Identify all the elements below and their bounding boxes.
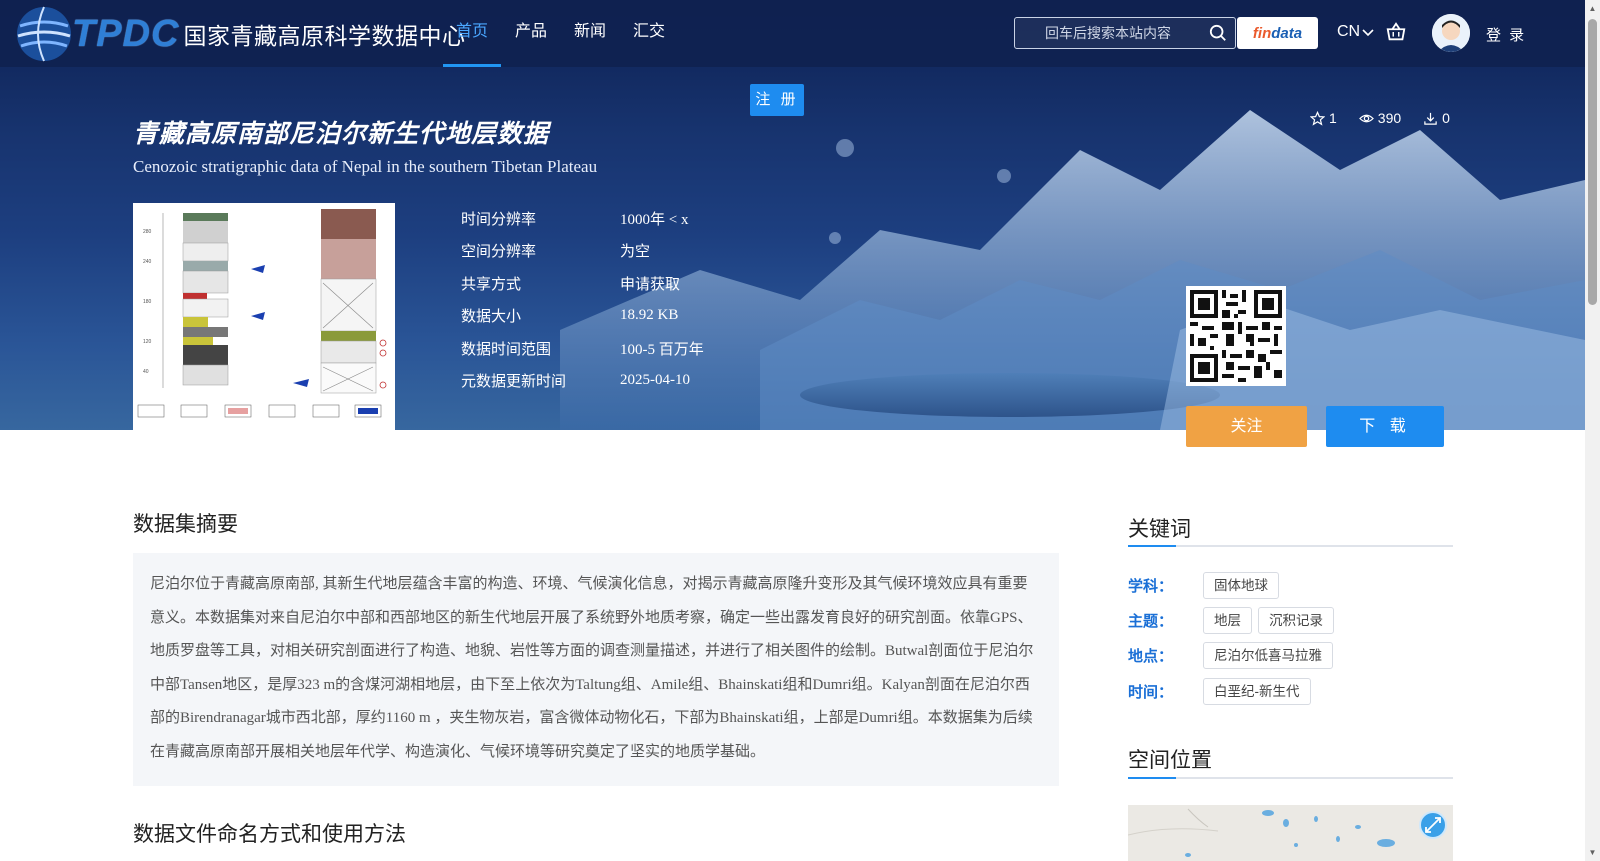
keywords-divider [1128,545,1453,547]
search-box [1014,17,1236,49]
meta-key: 共享方式 [461,275,522,293]
meta-value: 1000年 < x [620,211,689,228]
scroll-thumb[interactable] [1588,19,1597,305]
keyword-tag[interactable]: 固体地球 [1203,572,1279,599]
keyword-tag[interactable]: 白垩纪-新生代 [1203,678,1311,705]
findata-label-b: data [1271,24,1303,42]
meta-key: 数据时间范围 [461,340,552,358]
svg-text:40: 40 [143,369,149,375]
meta-value: 申请获取 [620,276,681,293]
user-avatar-icon [1432,14,1470,52]
globe-logo-icon [17,6,71,62]
main-menu: 首页 产品 新闻 汇交 [443,0,679,67]
nav-home[interactable]: 首页 [443,0,502,67]
expand-icon [1425,817,1441,833]
svg-text:280: 280 [143,229,152,235]
language-label: CN [1337,23,1361,40]
svg-text:120: 120 [143,339,152,345]
language-selector[interactable]: CN [1337,23,1374,41]
keyword-row-time: 时间： 白垩纪-新生代 [1128,678,1317,705]
findata-link[interactable]: fin data [1237,17,1318,49]
favorite-count[interactable]: 1 [1310,110,1337,126]
meta-key: 时间分辨率 [461,210,537,228]
favorite-count-value: 1 [1329,110,1337,126]
meta-value: 为空 [620,244,651,261]
download-icon [1424,112,1437,125]
download-count: 0 [1423,110,1450,126]
svg-text:180: 180 [143,299,152,305]
scroll-up-arrow-icon[interactable]: ▲ [1588,4,1597,13]
dataset-thumbnail[interactable]: 280 240 180 120 40 [133,203,395,430]
page-scrollbar[interactable]: ▲ ▼ [1585,0,1600,861]
keyword-tag[interactable]: 尼泊尔低喜马拉雅 [1203,642,1333,669]
cart-icon[interactable] [1385,21,1407,43]
meta-row-time-resolution: 时间分辨率 1000年 < x [461,202,704,235]
follow-button[interactable]: 关注 [1186,406,1307,447]
dataset-title: 青藏高原南部尼泊尔新生代地层数据 [133,120,550,148]
nav-submit[interactable]: 汇交 [620,0,678,67]
findata-label-a: fin [1252,24,1272,42]
meta-key: 空间分辨率 [461,243,537,261]
map-expand-button[interactable] [1419,811,1447,839]
meta-value: 18.92 KB [620,307,679,324]
meta-row-size: 数据大小 18.92 KB [461,300,704,333]
keyword-label: 时间： [1128,684,1174,701]
scroll-down-arrow-icon[interactable]: ▼ [1588,848,1597,857]
keyword-tag[interactable]: 沉积记录 [1258,607,1334,634]
keywords-heading: 关键词 [1128,518,1191,541]
chevron-down-icon [1362,29,1374,37]
meta-key: 数据大小 [461,308,522,326]
location-heading: 空间位置 [1128,749,1212,772]
map-canvas [1128,805,1453,861]
keyword-label: 地点： [1128,648,1174,665]
search-input[interactable] [1015,18,1195,48]
login-link[interactable]: 登 录 [1486,24,1526,45]
logo-title: 国家青藏高原科学数据中心 [183,23,466,49]
site-logo[interactable]: TPDC 国家青藏高原科学数据中心 [14,4,465,64]
keyword-label: 学科： [1128,578,1174,595]
nav-products[interactable]: 产品 [502,0,560,67]
view-count: 390 [1358,110,1402,126]
meta-value: 100-5 百万年 [620,341,704,358]
meta-row-spatial-resolution: 空间分辨率 为空 [461,235,704,268]
keyword-tag[interactable]: 地层 [1203,607,1252,634]
download-button[interactable]: 下 载 [1326,406,1444,447]
location-divider [1128,777,1453,779]
nav-news[interactable]: 新闻 [561,0,619,67]
abstract-body: 尼泊尔位于青藏高原南部, 其新生代地层蕴含丰富的构造、环境、气候演化信息，对揭示… [133,553,1059,786]
download-count-value: 0 [1442,110,1450,126]
meta-row-time-range: 数据时间范围 100-5 百万年 [461,332,704,365]
keyword-label: 主题： [1128,613,1174,630]
dataset-subtitle: Cenozoic stratigraphic data of Nepal in … [133,157,598,176]
meta-value: 2025-04-10 [620,372,690,389]
dataset-stats: 1 390 0 [1310,110,1450,126]
star-icon [1310,110,1325,126]
meta-row-updated: 元数据更新时间 2025-04-10 [461,365,704,398]
dataset-hero: TPDC 国家青藏高原科学数据中心 首页 产品 新闻 汇交 findata CN [0,0,1585,430]
naming-heading: 数据文件命名方式和使用方法 [133,823,406,846]
dataset-metadata: 时间分辨率 1000年 < x 空间分辨率 为空 共享方式 申请获取 数据大小 … [461,202,704,397]
abstract-heading: 数据集摘要 [133,513,238,536]
keyword-row-subject: 学科： 固体地球 [1128,572,1285,599]
keyword-row-place: 地点： 尼泊尔低喜马拉雅 [1128,642,1339,669]
view-count-value: 390 [1377,110,1402,126]
logo-acronym: TPDC [72,12,180,55]
location-map[interactable] [1128,805,1453,861]
keyword-row-topic: 主题： 地层 沉积记录 [1128,607,1340,634]
meta-key: 元数据更新时间 [461,373,567,391]
svg-text:240: 240 [143,259,152,265]
stratigraphic-column-image: 280 240 180 120 40 [133,203,395,430]
eye-icon [1358,114,1374,122]
meta-row-sharing: 共享方式 申请获取 [461,267,704,300]
register-button[interactable]: 注 册 [750,84,804,116]
avatar[interactable] [1432,14,1470,52]
top-navbar: TPDC 国家青藏高原科学数据中心 首页 产品 新闻 汇交 findata CN [0,0,1585,67]
qr-code [1186,286,1286,386]
search-icon[interactable] [1209,24,1227,42]
